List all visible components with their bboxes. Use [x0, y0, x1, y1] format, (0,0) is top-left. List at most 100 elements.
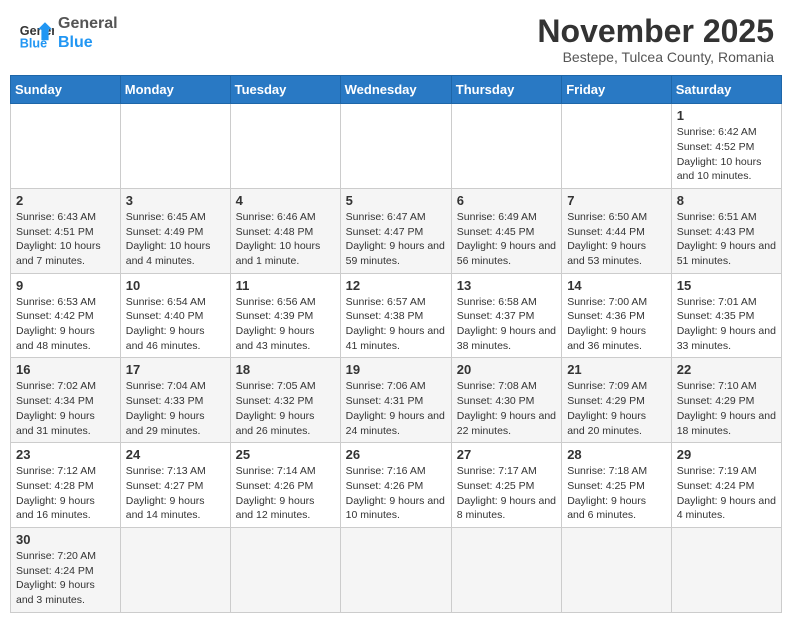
day-number: 21 [567, 362, 666, 377]
day-info: Sunrise: 7:10 AM Sunset: 4:29 PM Dayligh… [677, 379, 776, 438]
day-cell: 21 Sunrise: 7:09 AM Sunset: 4:29 PM Dayli… [562, 358, 672, 443]
day-info: Sunrise: 6:53 AM Sunset: 4:42 PM Dayligh… [16, 295, 115, 354]
day-info: Sunrise: 7:08 AM Sunset: 4:30 PM Dayligh… [457, 379, 556, 438]
day-info: Sunrise: 6:45 AM Sunset: 4:49 PM Dayligh… [126, 210, 225, 269]
day-cell: 3Sunrise: 6:45 AM Sunset: 4:49 PM Daylig… [120, 188, 230, 273]
day-info: Sunrise: 7:04 AM Sunset: 4:33 PM Dayligh… [126, 379, 225, 438]
day-number: 17 [126, 362, 225, 377]
day-info: Sunrise: 6:57 AM Sunset: 4:38 PM Dayligh… [346, 295, 446, 354]
day-cell: 1Sunrise: 6:42 AM Sunset: 4:52 PM Daylig… [671, 104, 781, 189]
week-row-4: 16Sunrise: 7:02 AM Sunset: 4:34 PM Dayli… [11, 358, 782, 443]
day-cell [671, 527, 781, 612]
day-cell: 28 Sunrise: 7:18 AM Sunset: 4:25 PM Dayli… [562, 443, 672, 528]
day-info: Sunrise: 6:47 AM Sunset: 4:47 PM Dayligh… [346, 210, 446, 269]
day-number: 24 [126, 447, 225, 462]
day-cell: 18 Sunrise: 7:05 AM Sunset: 4:32 PM Dayli… [230, 358, 340, 443]
week-row-6: 30Sunrise: 7:20 AM Sunset: 4:24 PM Dayli… [11, 527, 782, 612]
weekday-header-tuesday: Tuesday [230, 76, 340, 104]
day-number: 22 [677, 362, 776, 377]
day-number: 25 [236, 447, 335, 462]
weekday-header-saturday: Saturday [671, 76, 781, 104]
day-info: Sunrise: 7:12 AM Sunset: 4:28 PM Dayligh… [16, 464, 115, 523]
logo-icon: General Blue [18, 15, 54, 51]
day-number: 14 [567, 278, 666, 293]
day-number: 8 [677, 193, 776, 208]
day-number: 1 [677, 108, 776, 123]
week-row-3: 9Sunrise: 6:53 AM Sunset: 4:42 PM Daylig… [11, 273, 782, 358]
day-cell [340, 104, 451, 189]
day-cell [120, 104, 230, 189]
day-cell: 29Sunrise: 7:19 AM Sunset: 4:24 PM Dayli… [671, 443, 781, 528]
day-number: 28 [567, 447, 666, 462]
month-title: November 2025 [537, 14, 774, 49]
day-cell: 22 Sunrise: 7:10 AM Sunset: 4:29 PM Dayli… [671, 358, 781, 443]
day-number: 2 [16, 193, 115, 208]
logo-blue-text: Blue [58, 33, 118, 52]
day-info: Sunrise: 7:19 AM Sunset: 4:24 PM Dayligh… [677, 464, 776, 523]
day-cell: 4 Sunrise: 6:46 AM Sunset: 4:48 PM Daylig… [230, 188, 340, 273]
day-cell [230, 527, 340, 612]
day-number: 18 [236, 362, 335, 377]
week-row-5: 23 Sunrise: 7:12 AM Sunset: 4:28 PM Dayli… [11, 443, 782, 528]
page-header: General Blue General Blue November 2025 … [10, 10, 782, 69]
day-cell: 27 Sunrise: 7:17 AM Sunset: 4:25 PM Dayli… [451, 443, 561, 528]
day-info: Sunrise: 6:49 AM Sunset: 4:45 PM Dayligh… [457, 210, 556, 269]
day-info: Sunrise: 7:05 AM Sunset: 4:32 PM Dayligh… [236, 379, 335, 438]
day-cell [562, 527, 672, 612]
day-number: 16 [16, 362, 115, 377]
week-row-2: 2Sunrise: 6:43 AM Sunset: 4:51 PM Daylig… [11, 188, 782, 273]
day-info: Sunrise: 6:50 AM Sunset: 4:44 PM Dayligh… [567, 210, 666, 269]
day-info: Sunrise: 6:46 AM Sunset: 4:48 PM Dayligh… [236, 210, 335, 269]
day-cell [120, 527, 230, 612]
day-info: Sunrise: 7:13 AM Sunset: 4:27 PM Dayligh… [126, 464, 225, 523]
day-number: 11 [236, 278, 335, 293]
weekday-header-row: SundayMondayTuesdayWednesdayThursdayFrid… [11, 76, 782, 104]
day-cell [562, 104, 672, 189]
day-cell: 13Sunrise: 6:58 AM Sunset: 4:37 PM Dayli… [451, 273, 561, 358]
day-number: 12 [346, 278, 446, 293]
day-info: Sunrise: 7:20 AM Sunset: 4:24 PM Dayligh… [16, 549, 115, 608]
day-info: Sunrise: 7:01 AM Sunset: 4:35 PM Dayligh… [677, 295, 776, 354]
day-cell [340, 527, 451, 612]
day-cell: 20Sunrise: 7:08 AM Sunset: 4:30 PM Dayli… [451, 358, 561, 443]
day-cell: 30Sunrise: 7:20 AM Sunset: 4:24 PM Dayli… [11, 527, 121, 612]
day-info: Sunrise: 7:06 AM Sunset: 4:31 PM Dayligh… [346, 379, 446, 438]
day-info: Sunrise: 7:09 AM Sunset: 4:29 PM Dayligh… [567, 379, 666, 438]
day-cell [451, 527, 561, 612]
day-cell: 23 Sunrise: 7:12 AM Sunset: 4:28 PM Dayli… [11, 443, 121, 528]
day-info: Sunrise: 7:18 AM Sunset: 4:25 PM Dayligh… [567, 464, 666, 523]
day-cell: 9Sunrise: 6:53 AM Sunset: 4:42 PM Daylig… [11, 273, 121, 358]
day-cell: 25Sunrise: 7:14 AM Sunset: 4:26 PM Dayli… [230, 443, 340, 528]
day-info: Sunrise: 6:51 AM Sunset: 4:43 PM Dayligh… [677, 210, 776, 269]
day-info: Sunrise: 6:56 AM Sunset: 4:39 PM Dayligh… [236, 295, 335, 354]
day-cell: 7 Sunrise: 6:50 AM Sunset: 4:44 PM Daylig… [562, 188, 672, 273]
day-number: 10 [126, 278, 225, 293]
day-cell: 2Sunrise: 6:43 AM Sunset: 4:51 PM Daylig… [11, 188, 121, 273]
day-cell: 5 Sunrise: 6:47 AM Sunset: 4:47 PM Daylig… [340, 188, 451, 273]
day-number: 7 [567, 193, 666, 208]
day-number: 5 [346, 193, 446, 208]
weekday-header-monday: Monday [120, 76, 230, 104]
day-cell: 6Sunrise: 6:49 AM Sunset: 4:45 PM Daylig… [451, 188, 561, 273]
day-number: 27 [457, 447, 556, 462]
logo-general-text: General [58, 14, 118, 33]
title-block: November 2025 Bestepe, Tulcea County, Ro… [537, 14, 774, 65]
day-number: 26 [346, 447, 446, 462]
day-cell: 24 Sunrise: 7:13 AM Sunset: 4:27 PM Dayli… [120, 443, 230, 528]
day-number: 4 [236, 193, 335, 208]
day-cell [11, 104, 121, 189]
day-number: 15 [677, 278, 776, 293]
day-cell: 12 Sunrise: 6:57 AM Sunset: 4:38 PM Dayli… [340, 273, 451, 358]
day-cell: 10Sunrise: 6:54 AM Sunset: 4:40 PM Dayli… [120, 273, 230, 358]
day-cell: 17 Sunrise: 7:04 AM Sunset: 4:33 PM Dayli… [120, 358, 230, 443]
day-info: Sunrise: 7:16 AM Sunset: 4:26 PM Dayligh… [346, 464, 446, 523]
day-cell: 19Sunrise: 7:06 AM Sunset: 4:31 PM Dayli… [340, 358, 451, 443]
calendar-table: SundayMondayTuesdayWednesdayThursdayFrid… [10, 75, 782, 613]
day-info: Sunrise: 7:00 AM Sunset: 4:36 PM Dayligh… [567, 295, 666, 354]
day-cell: 11 Sunrise: 6:56 AM Sunset: 4:39 PM Dayli… [230, 273, 340, 358]
day-number: 23 [16, 447, 115, 462]
day-info: Sunrise: 7:17 AM Sunset: 4:25 PM Dayligh… [457, 464, 556, 523]
day-cell: 8 Sunrise: 6:51 AM Sunset: 4:43 PM Daylig… [671, 188, 781, 273]
weekday-header-wednesday: Wednesday [340, 76, 451, 104]
weekday-header-thursday: Thursday [451, 76, 561, 104]
